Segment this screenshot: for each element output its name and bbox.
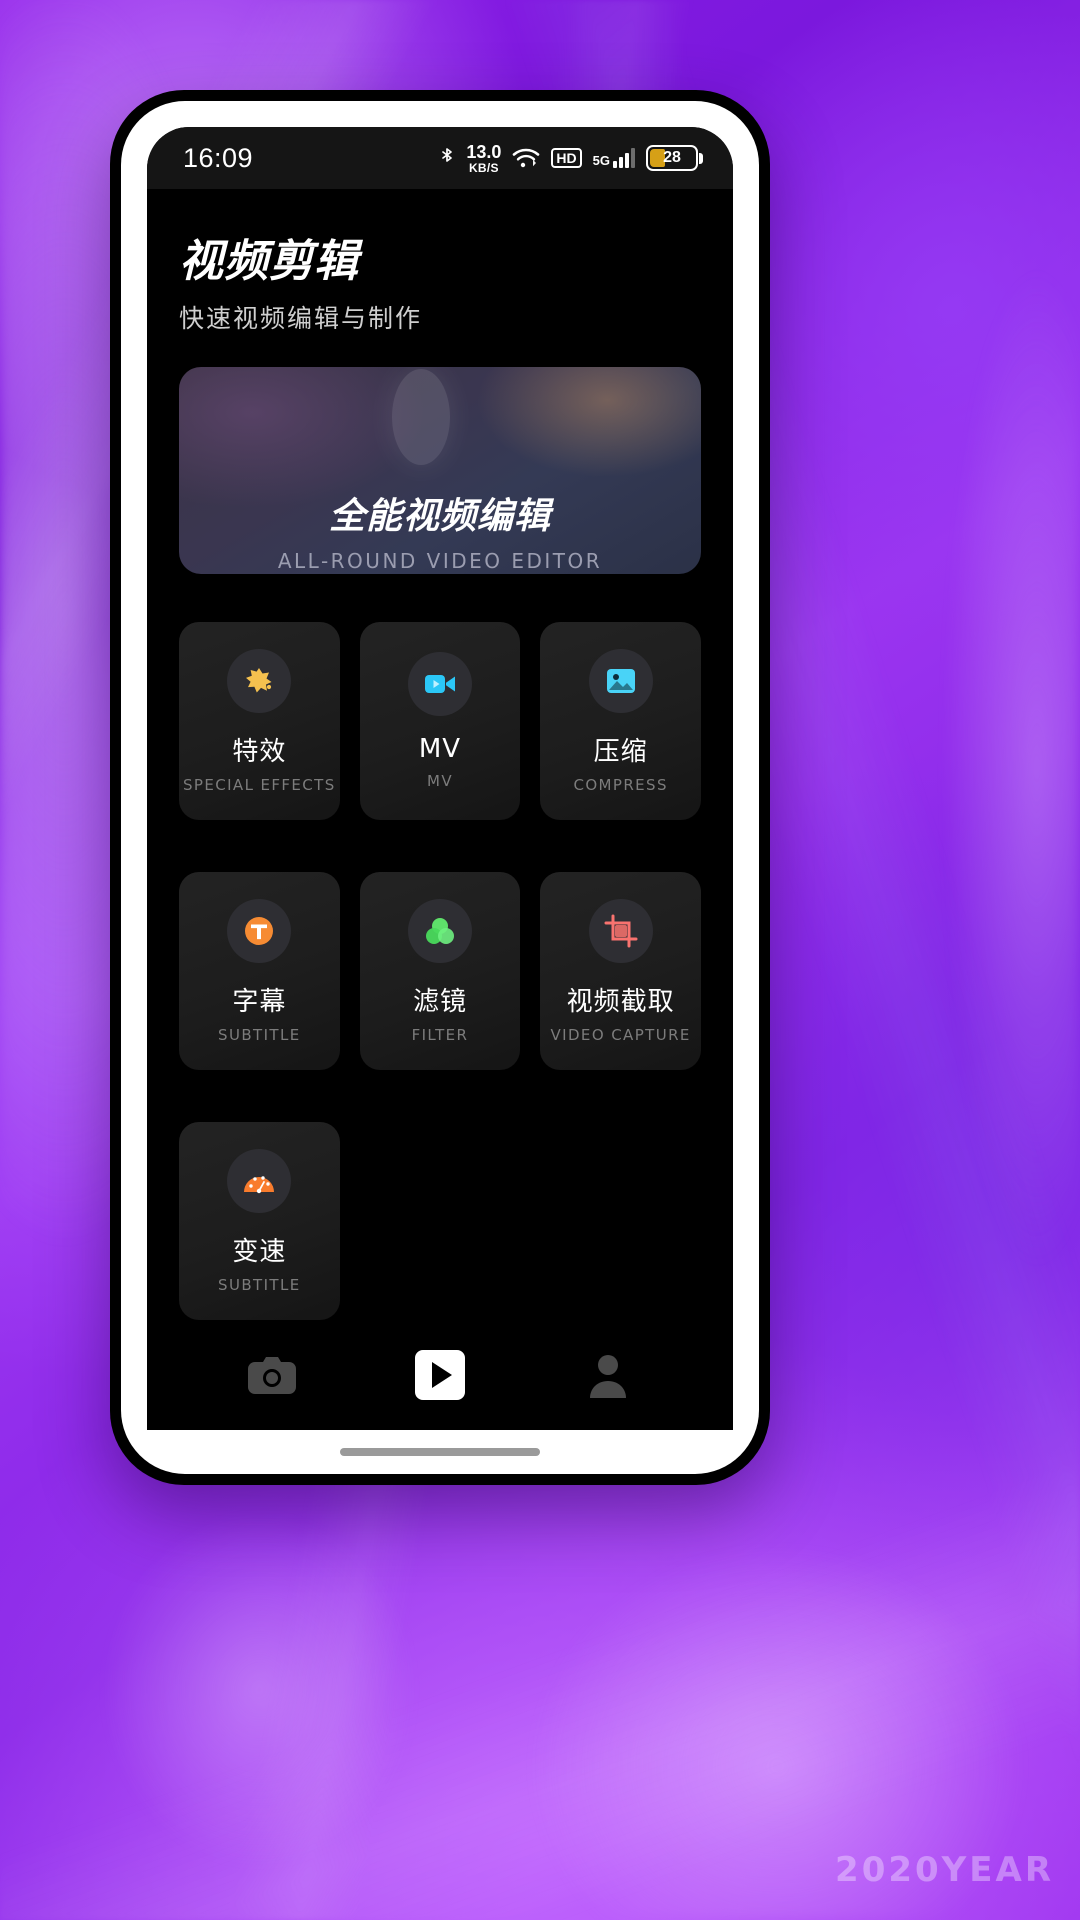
all-round-editor-banner[interactable]: 全能视频编辑 ALL-ROUND VIDEO EDITOR (179, 367, 701, 574)
network-type-label: 5G (592, 153, 610, 168)
feature-sublabel: VIDEO CAPTURE (550, 1025, 691, 1044)
feature-card-filter[interactable]: 滤镜 FILTER (359, 872, 521, 1070)
cellular-signal: 5G (593, 148, 635, 168)
feature-card-mv[interactable]: MV MV (359, 622, 521, 820)
app-content: 视频剪辑 快速视频编辑与制作 全能视频编辑 ALL-ROUND VIDEO ED… (147, 189, 733, 1320)
camera-icon (247, 1357, 296, 1394)
feature-label: 视频截取 (566, 986, 675, 1017)
status-clock: 16:09 (183, 142, 254, 173)
hd-badge: HD (551, 147, 582, 169)
feature-sublabel: FILTER (411, 1025, 469, 1044)
home-indicator[interactable] (340, 1448, 540, 1456)
feature-label: 滤镜 (412, 986, 467, 1017)
text-t-icon (227, 898, 292, 963)
feature-sublabel: MV (426, 772, 453, 790)
battery-tip (699, 152, 703, 164)
signal-bars-icon (613, 148, 635, 168)
banner-subtitle: ALL-ROUND VIDEO EDITOR (277, 548, 603, 573)
feature-label: MV (418, 734, 462, 764)
feature-card-compress[interactable]: 压缩 COMPRESS (540, 622, 701, 820)
speedometer-icon (227, 1148, 292, 1213)
home-indicator-area (147, 1430, 733, 1474)
feature-card-video-capture[interactable]: 视频截取 VIDEO CAPTURE (540, 872, 701, 1070)
plus-icon[interactable] (392, 368, 488, 465)
phone-screen: 16:09 13.0 KB/S HD 5G 28 视频剪辑 快速视频编辑与制作 … (147, 127, 733, 1430)
camera-tab[interactable] (246, 1353, 298, 1397)
person-icon (590, 1355, 627, 1398)
feature-card-speed[interactable]: 变速 SUBTITLE (179, 1122, 340, 1320)
battery-icon: 28 (646, 145, 698, 171)
network-speed-unit: KB/S (468, 160, 499, 175)
feature-card-special-effects[interactable]: 特效 SPECIAL EFFECTS (179, 622, 340, 820)
feature-label: 压缩 (593, 736, 648, 767)
page-title: 视频剪辑 (179, 236, 359, 287)
play-icon (414, 1350, 465, 1400)
feature-sublabel: COMPRESS (573, 775, 668, 794)
battery-percent: 28 (663, 149, 681, 166)
feature-label: 特效 (232, 736, 287, 767)
battery-indicator: 28 (646, 145, 703, 171)
video-camera-icon (407, 652, 472, 716)
status-bar: 16:09 13.0 KB/S HD 5G 28 (147, 127, 733, 189)
wifi-icon (513, 148, 540, 168)
feature-grid: 特效 SPECIAL EFFECTS MV MV 压缩 COMPRESS 字幕 … (179, 622, 701, 1320)
network-speed: 13.0 KB/S (466, 143, 501, 174)
feature-label: 字幕 (232, 986, 287, 1017)
network-speed-value: 13.0 (466, 141, 502, 162)
feature-card-subtitle[interactable]: 字幕 SUBTITLE (179, 872, 340, 1070)
bluetooth-icon (442, 148, 453, 162)
sparkle-splash-icon (227, 648, 292, 713)
image-icon (588, 648, 653, 713)
page-subtitle: 快速视频编辑与制作 (179, 304, 423, 333)
bottom-navigation (147, 1320, 733, 1430)
phone-mockup: 16:09 13.0 KB/S HD 5G 28 视频剪辑 快速视频编辑与制作 … (110, 90, 770, 1485)
feature-sublabel: SUBTITLE (218, 1025, 301, 1044)
banner-title: 全能视频编辑 (328, 495, 551, 537)
play-tab[interactable] (414, 1350, 465, 1400)
feature-sublabel: SUBTITLE (218, 1275, 301, 1294)
profile-tab[interactable] (582, 1352, 634, 1398)
three-circles-icon (407, 898, 472, 963)
feature-label: 变速 (232, 1236, 287, 1267)
phone-bezel: 16:09 13.0 KB/S HD 5G 28 视频剪辑 快速视频编辑与制作 … (121, 101, 759, 1474)
feature-sublabel: SPECIAL EFFECTS (182, 775, 336, 794)
watermark-label: 2020YEAR (835, 1850, 1054, 1890)
crop-icon (588, 898, 653, 963)
status-icons: 13.0 KB/S HD 5G 28 (439, 143, 703, 174)
